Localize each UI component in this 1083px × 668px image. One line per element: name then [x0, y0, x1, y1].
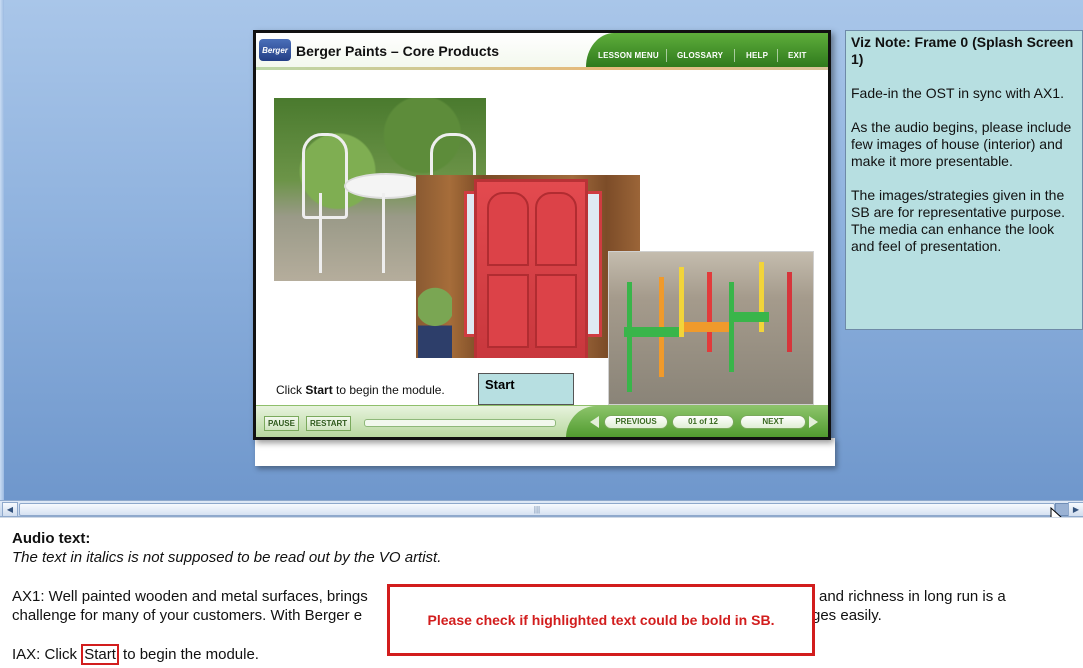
- review-comment-callout: Please check if highlighted text could b…: [387, 584, 815, 656]
- iax-text-line: IAX: Click Start to begin the module.: [12, 644, 259, 665]
- nav-separator: [734, 49, 735, 62]
- nav-glossary[interactable]: GLOSSARY: [677, 51, 723, 60]
- start-highlight: Start: [81, 644, 119, 665]
- ax1-text-line-end: and richness in long run is a: [819, 588, 1006, 605]
- colorful-chairs-image: [608, 251, 814, 405]
- scroll-right-arrow-icon[interactable]: ▶: [1068, 502, 1083, 517]
- horizontal-scrollbar[interactable]: ◀ ||| ▶: [0, 500, 1083, 517]
- audio-text-heading: Audio text:: [12, 530, 91, 547]
- slide-frame: Berger Berger Paints – Core Products LES…: [253, 30, 831, 440]
- next-button[interactable]: NEXT: [740, 415, 806, 429]
- next-arrow-icon[interactable]: [809, 416, 818, 428]
- berger-logo: Berger: [259, 39, 291, 61]
- viz-note-paragraph: The images/strategies given in the SB ar…: [851, 187, 1066, 254]
- nav-exit[interactable]: EXIT: [788, 51, 807, 60]
- previous-button[interactable]: PREVIOUS: [604, 415, 668, 429]
- nav-separator: [777, 49, 778, 62]
- ax1-text-line-end: ges easily.: [812, 607, 882, 624]
- slide-bottom-strip: [255, 438, 835, 466]
- slide-header: Berger Berger Paints – Core Products LES…: [256, 33, 828, 67]
- slide-footer: PAUSE RESTART PREVIOUS 01 of 12 NEXT: [256, 405, 828, 437]
- viz-note-paragraph: Fade-in the OST in sync with AX1.: [851, 85, 1064, 101]
- scrollbar-thumb[interactable]: |||: [19, 503, 1055, 516]
- page-indicator: 01 of 12: [672, 415, 734, 429]
- ax1-text-line: challenge for many of your customers. Wi…: [12, 607, 363, 624]
- header-divider: [256, 67, 828, 70]
- header-nav-bar: [586, 33, 828, 67]
- start-button[interactable]: Start: [478, 373, 574, 405]
- ax1-text-line: AX1: Well painted wooden and metal surfa…: [12, 588, 368, 605]
- start-instruction: Click Start to begin the module.: [276, 383, 445, 397]
- pause-button[interactable]: PAUSE: [264, 416, 299, 431]
- slide-title: Berger Paints – Core Products: [296, 43, 500, 59]
- nav-help[interactable]: HELP: [746, 51, 768, 60]
- viz-note-panel: Viz Note: Frame 0 (Splash Screen 1) Fade…: [845, 30, 1083, 330]
- previous-arrow-icon[interactable]: [590, 416, 599, 428]
- nav-separator: [666, 49, 667, 62]
- restart-button[interactable]: RESTART: [306, 416, 352, 431]
- progress-bar: [364, 419, 556, 427]
- viz-note-paragraph: As the audio begins, please include few …: [851, 119, 1072, 169]
- red-door-image: [416, 175, 640, 358]
- viz-note-title: Viz Note: Frame 0 (Splash Screen 1): [851, 34, 1074, 67]
- stage-edge: [0, 0, 4, 500]
- audio-italic-note: The text in italics is not supposed to b…: [12, 549, 442, 566]
- scroll-left-arrow-icon[interactable]: ◀: [2, 502, 18, 517]
- nav-lesson-menu[interactable]: LESSON MENU: [598, 51, 659, 60]
